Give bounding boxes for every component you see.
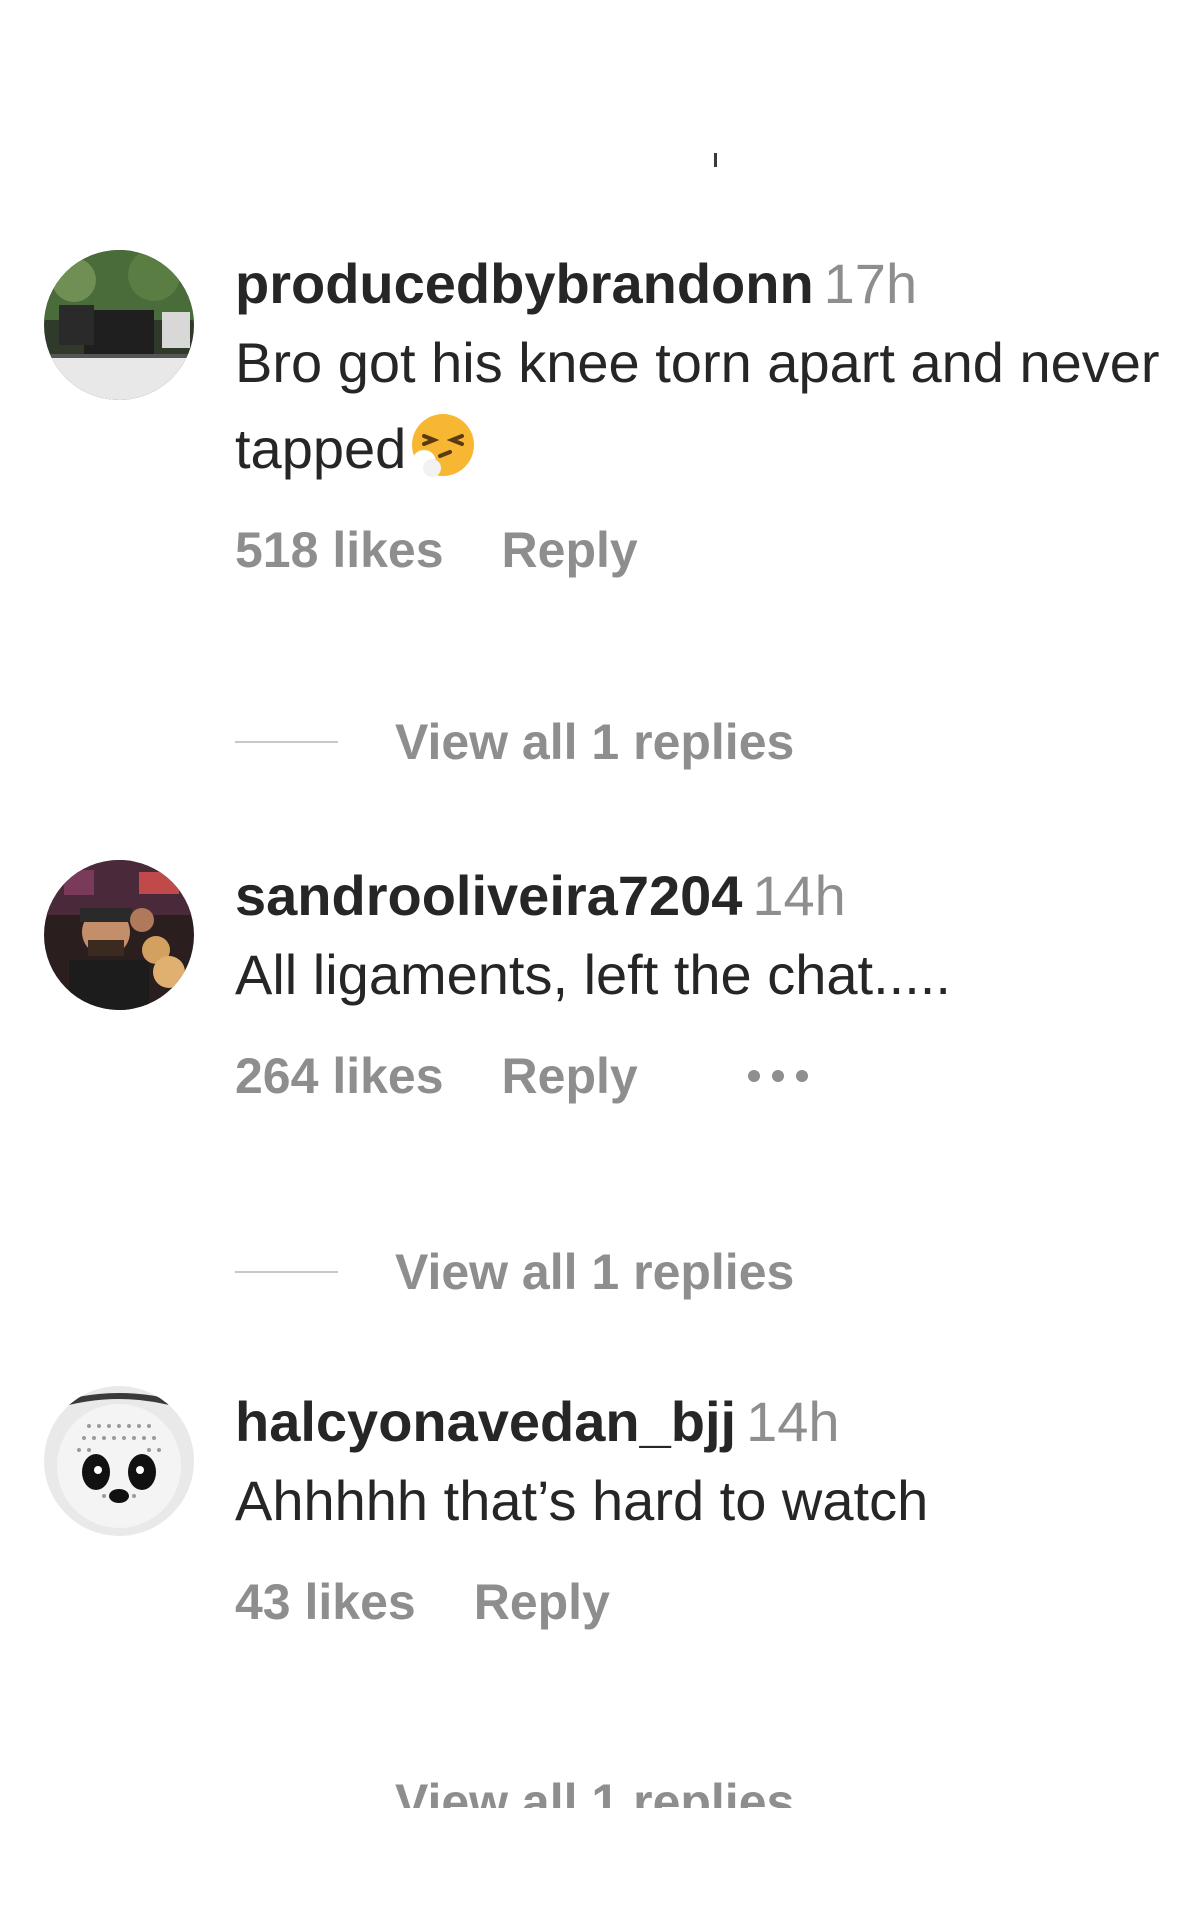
sneezing-face-icon	[410, 412, 476, 478]
comment-username[interactable]: halcyonavedan_bjj	[235, 1390, 736, 1453]
view-replies-label: View all 1 replies	[395, 1774, 795, 1808]
view-replies-button[interactable]: View all 1 replies	[235, 710, 794, 774]
comment-text: Ahhhhh that’s hard to watch	[235, 1469, 929, 1532]
view-replies-label: View all 1 replies	[395, 714, 795, 770]
replies-divider	[235, 741, 338, 743]
comment-username[interactable]: sandrooliveira7204	[235, 864, 742, 927]
comment-text-body: Bro got his knee torn apart and never ta…	[235, 331, 1160, 480]
view-replies-button[interactable]: View all 1 replies	[235, 1240, 794, 1304]
comment-text: All ligaments, left the chat.....	[235, 943, 951, 1006]
avatar[interactable]	[44, 1386, 194, 1536]
view-replies-clipped: View all 1 replies	[0, 1760, 1200, 1808]
view-replies-label: View all 1 replies	[395, 1244, 795, 1300]
avatar[interactable]	[44, 860, 194, 1010]
likes-count[interactable]: 518 likes	[235, 518, 444, 582]
scroll-indicator	[714, 153, 717, 167]
avatar[interactable]	[44, 250, 194, 400]
reply-button[interactable]: Reply	[502, 518, 638, 582]
likes-count[interactable]: 43 likes	[235, 1570, 416, 1634]
comment-username[interactable]: producedbybrandonn	[235, 252, 814, 315]
replies-divider	[235, 1271, 338, 1273]
reply-button[interactable]: Reply	[474, 1570, 610, 1634]
comment-time: 17h	[823, 252, 918, 315]
view-replies-button[interactable]: View all 1 replies	[235, 1770, 794, 1808]
comment-time: 14h	[752, 864, 846, 927]
comment-text: Bro got his knee torn apart and never ta…	[235, 320, 1165, 492]
more-options-icon[interactable]	[747, 1070, 808, 1082]
comment-time: 14h	[746, 1390, 840, 1453]
likes-count[interactable]: 264 likes	[235, 1044, 444, 1108]
reply-button[interactable]: Reply	[502, 1044, 638, 1108]
